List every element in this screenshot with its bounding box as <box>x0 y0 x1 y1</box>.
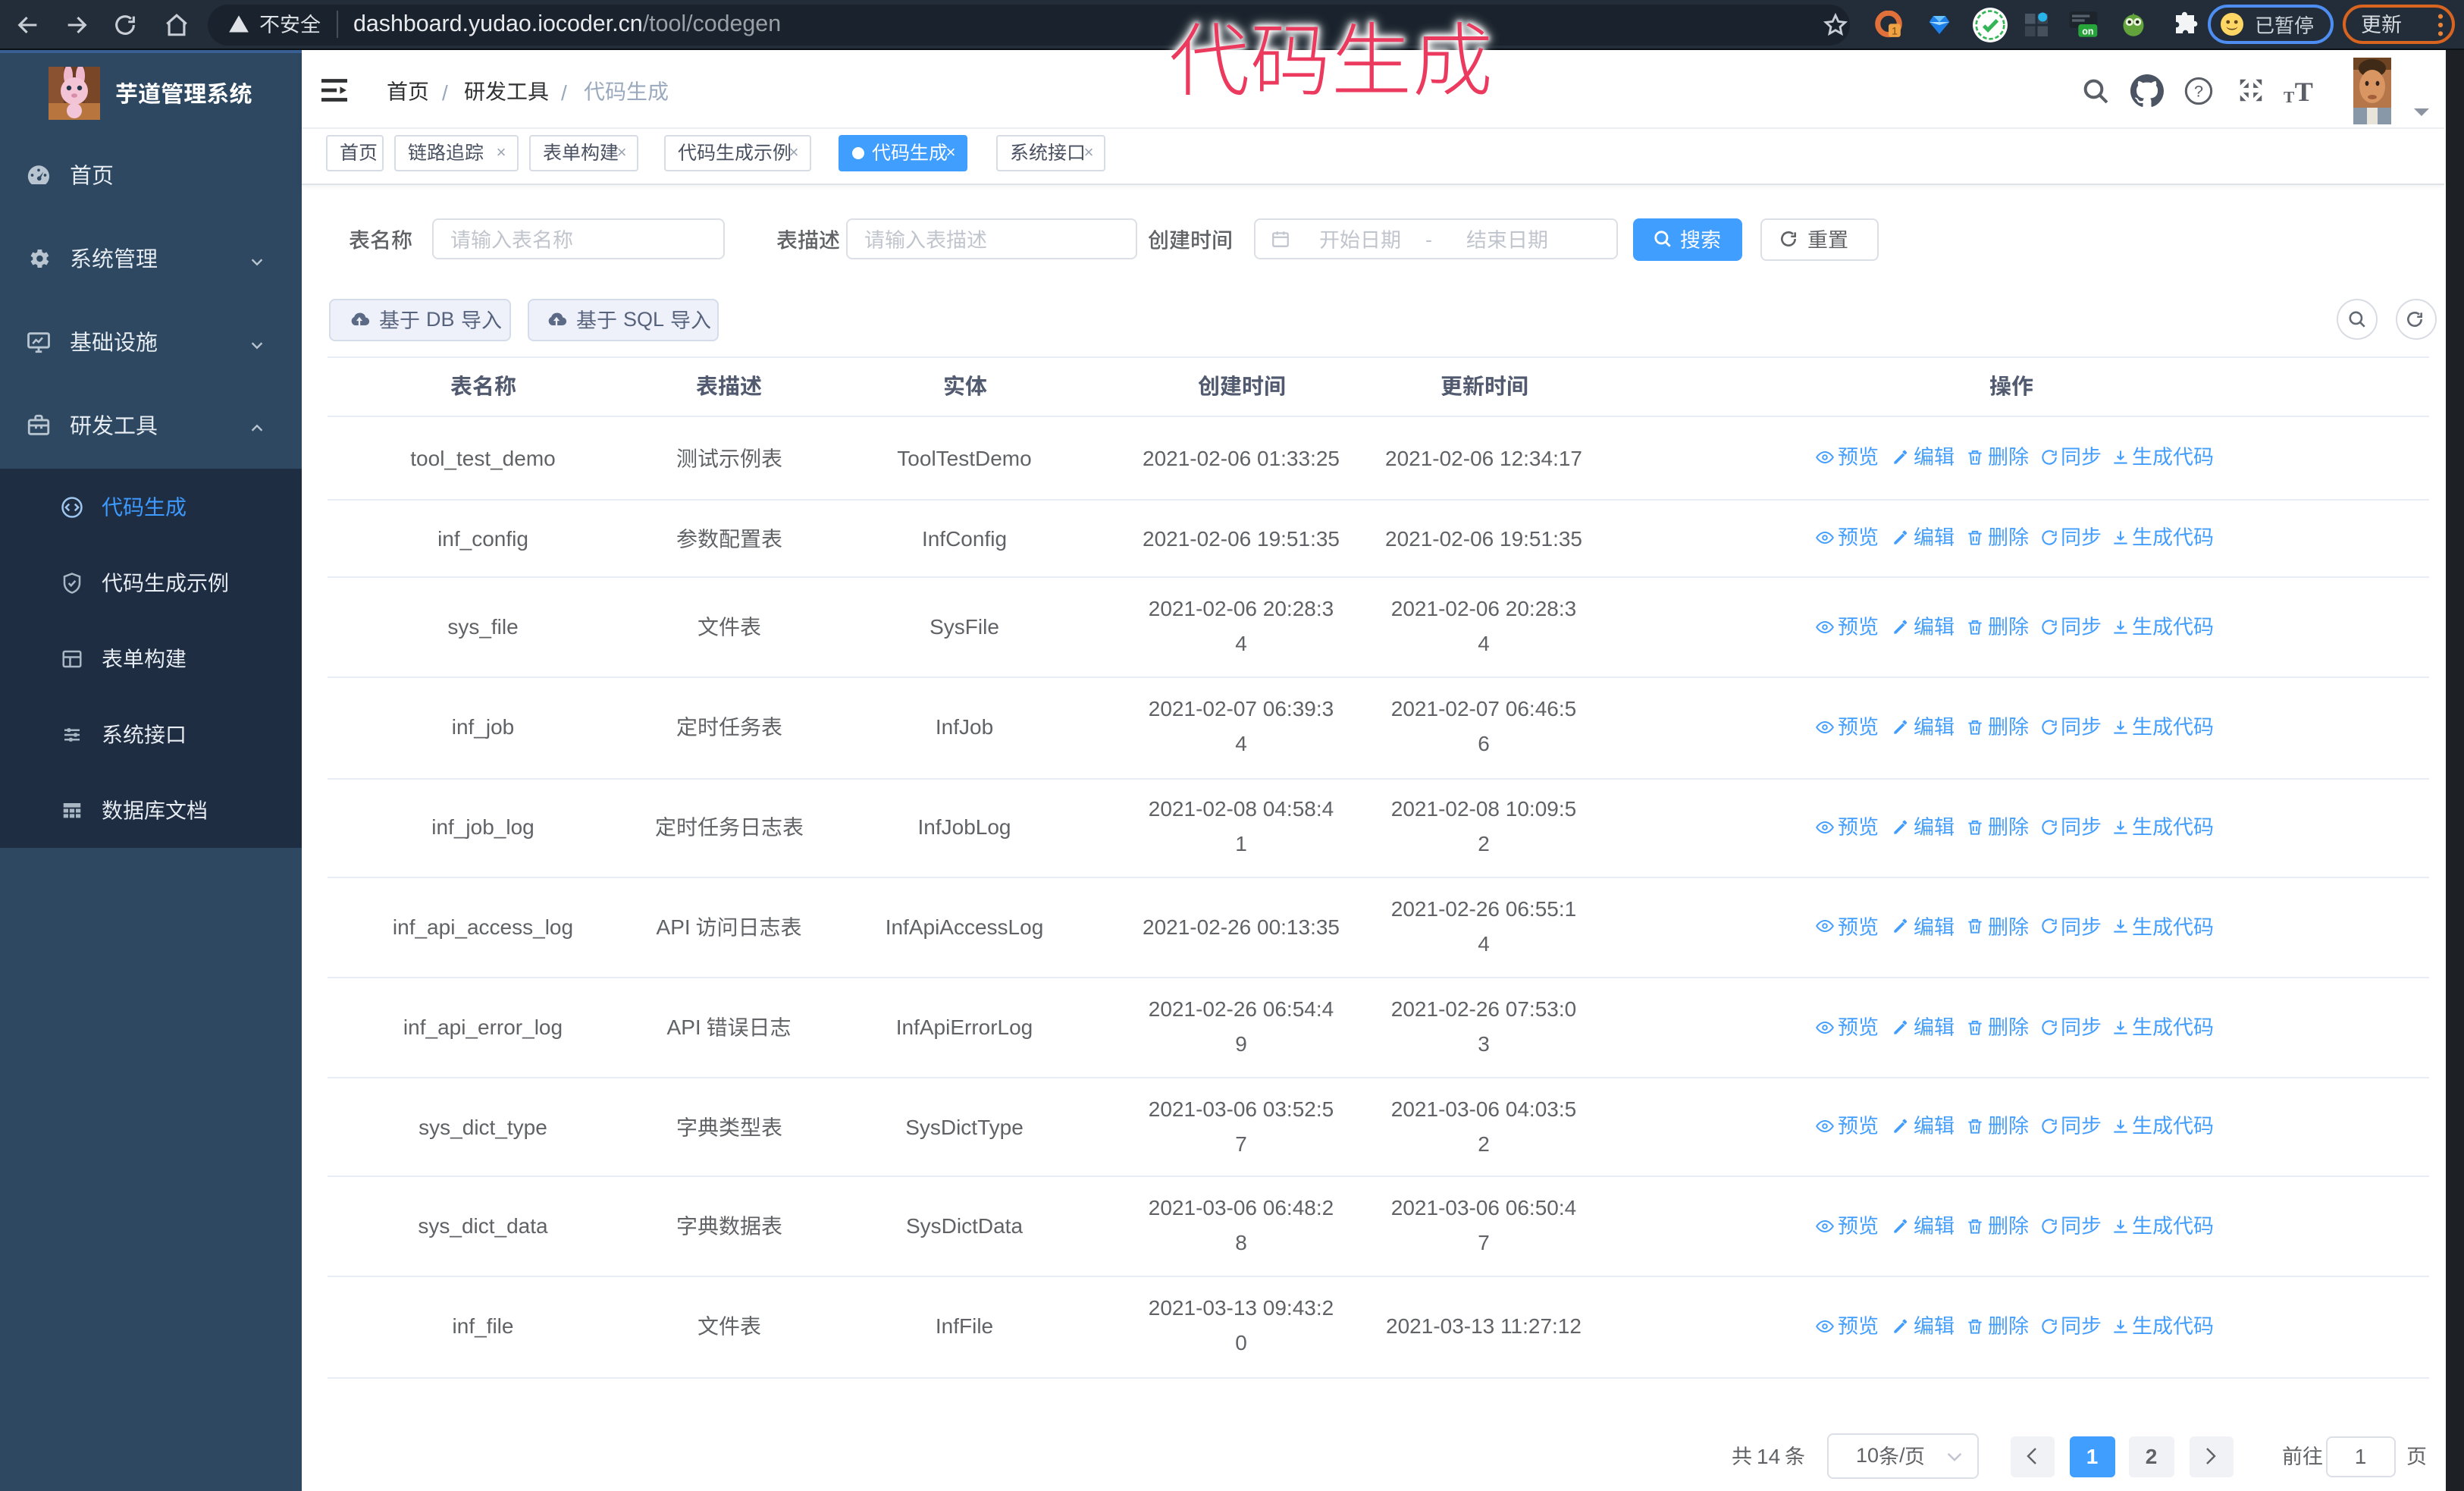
svg-text:1: 1 <box>1892 26 1898 38</box>
svg-text:T: T <box>2295 77 2313 106</box>
svg-text:on: on <box>2082 26 2093 36</box>
svg-text:?: ? <box>2194 82 2203 101</box>
svg-text:T: T <box>2284 88 2294 106</box>
